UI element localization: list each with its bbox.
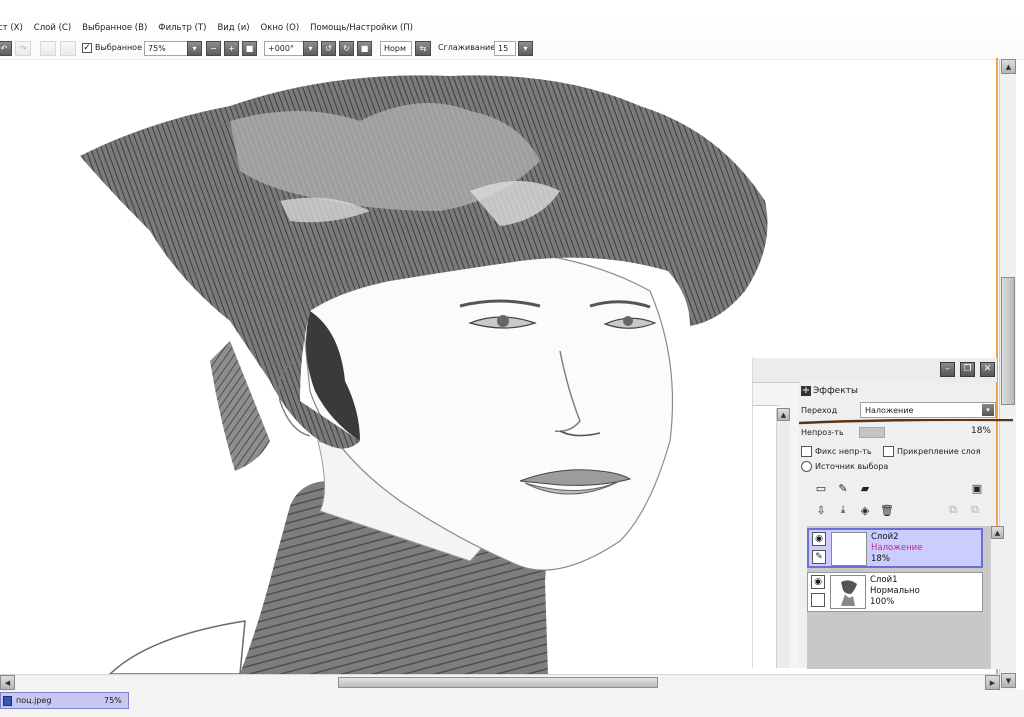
layer-opacity: 100% [870, 597, 895, 607]
opacity-value: 18% [970, 426, 991, 436]
menu-item-view[interactable]: Вид (и) [217, 23, 260, 33]
opacity-slider[interactable] [859, 427, 885, 438]
view-mode-field[interactable]: Норм [380, 41, 412, 56]
layer-thumbnail [830, 575, 866, 609]
scroll-right-icon[interactable]: ▶ [985, 675, 1000, 690]
navigator-scroll-up-icon[interactable]: ▲ [777, 408, 790, 421]
toolbar: ↶ ↷ ✓ Выбранное 75% ▾ − + ■ +000° ▾ ↺ ↻ … [0, 38, 1024, 60]
restore-icon[interactable]: ❐ [960, 362, 975, 377]
rotation-dropdown-icon[interactable]: ▾ [303, 41, 318, 56]
layer-blend-mode: Наложение [871, 543, 923, 553]
merge-down-icon[interactable]: ⤓ [836, 503, 850, 517]
layer-blend-mode: Нормально [870, 586, 920, 596]
horizontal-scrollbar[interactable]: ◀ ▶ [0, 674, 1000, 690]
effects-label: Эффекты [813, 386, 858, 396]
status-bar: поц.jpeg 75% [0, 690, 1024, 717]
folder-icon[interactable]: ▰ [858, 481, 872, 495]
document-zoom: 75% [104, 696, 122, 705]
scroll-down-icon[interactable]: ▼ [1001, 673, 1016, 688]
selection-checkbox[interactable]: ✓ [82, 43, 92, 53]
clear-layer-icon[interactable]: ◈ [858, 503, 872, 517]
plus-icon: + [801, 385, 811, 396]
clip-layer-label: Прикрепление слоя [897, 447, 981, 456]
lock-opacity-checkbox[interactable] [801, 446, 812, 457]
blend-mode-select[interactable]: Наложение ▾ [860, 402, 996, 418]
zoom-dropdown-icon[interactable]: ▾ [187, 41, 202, 56]
smoothing-select[interactable]: 15 [494, 41, 516, 56]
chevron-down-icon: ▾ [982, 404, 994, 416]
rotation-reset-icon[interactable]: ■ [357, 41, 372, 56]
minimize-icon[interactable]: – [940, 362, 955, 377]
flip-icon[interactable]: ⇆ [415, 41, 431, 56]
document-tab[interactable]: поц.jpeg 75% [0, 692, 129, 709]
empty-lock-box[interactable] [811, 593, 825, 607]
layer-item[interactable]: ◉ ✎ Слой2 Наложение 18% [807, 528, 983, 568]
layer-properties: + Эффекты Переход Наложение ▾ Непроз-ть … [799, 382, 1013, 669]
selection-source-radio[interactable] [801, 461, 812, 472]
layer-scroll-up-icon[interactable]: ▲ [991, 526, 1004, 539]
eye-icon[interactable]: ◉ [812, 532, 826, 546]
undo-icon[interactable]: ↶ [0, 41, 12, 56]
navigator-scrollbar[interactable]: ▲ [776, 408, 790, 668]
trash-icon[interactable]: 🗑 [880, 503, 894, 517]
layer-list-scrollbar[interactable]: ▲ [990, 526, 1004, 669]
horizontal-scroll-thumb[interactable] [338, 677, 658, 688]
scroll-left-icon[interactable]: ◀ [0, 675, 15, 690]
menu-bar: ст (X) Слой (C) Выбранное (B) Фильтр (T)… [0, 18, 1024, 38]
menu-item-layer[interactable]: Слой (C) [34, 23, 82, 33]
layer-opacity: 18% [871, 554, 890, 564]
transfer-down-icon[interactable]: ⇩ [814, 503, 828, 517]
layer-list: ◉ ✎ Слой2 Наложение 18% ◉ Слой1 Нормальн… [807, 526, 1004, 669]
new-layer-icon[interactable]: ▭ [814, 481, 828, 495]
smoothing-label: Сглаживание [438, 43, 496, 52]
zoom-out-icon[interactable]: − [206, 41, 221, 56]
scroll-up-icon[interactable]: ▲ [1001, 59, 1016, 74]
menu-item-window[interactable]: Окно (O) [261, 23, 311, 33]
eye-icon[interactable]: ◉ [811, 575, 825, 589]
selection-source-label: Источник выбора [815, 462, 889, 471]
layer-panel: – ❐ ✕ ▲ + Эффекты Переход Наложение ▾ Не… [752, 358, 1013, 669]
panel-header: – ❐ ✕ [753, 358, 997, 382]
rotate-right-icon[interactable]: ↻ [339, 41, 354, 56]
invert-selection-icon[interactable] [60, 41, 76, 56]
effects-toggle[interactable]: + Эффекты [801, 386, 858, 396]
menu-item-help[interactable]: Помощь/Настройки (П) [310, 23, 424, 33]
rotate-left-icon[interactable]: ↺ [321, 41, 336, 56]
layer-name: Слой1 [870, 575, 898, 585]
opacity-label: Непроз-ть [801, 428, 844, 437]
blend-mode-value: Наложение [865, 406, 914, 415]
deselect-icon[interactable] [40, 41, 56, 56]
document-name: поц.jpeg [16, 696, 52, 705]
menu-item-edit[interactable]: ст (X) [0, 23, 34, 33]
image-file-icon [3, 695, 12, 706]
lock-opacity-label: Фикс непр-ть [815, 447, 872, 456]
pen-icon[interactable]: ✎ [812, 550, 826, 564]
menu-item-filter[interactable]: Фильтр (T) [158, 23, 217, 33]
smoothing-dropdown-icon[interactable]: ▾ [518, 41, 533, 56]
portrait-thumbnail-icon [841, 580, 857, 606]
layer-name: Слой2 [871, 532, 899, 542]
zoom-reset-icon[interactable]: ■ [242, 41, 257, 56]
blend-mode-label: Переход [801, 406, 838, 415]
redo-icon[interactable]: ↷ [15, 41, 31, 56]
navigator-pane: ▲ [753, 382, 799, 669]
layer-thumbnail [831, 532, 867, 566]
selection-label: Выбранное [95, 43, 142, 52]
layer-mask-icon[interactable]: ▣ [970, 481, 984, 495]
menu-item-selection[interactable]: Выбранное (B) [82, 23, 158, 33]
brush-stroke-decoration [799, 419, 1013, 425]
layer-item[interactable]: ◉ Слой1 Нормально 100% [807, 572, 983, 612]
clip-layer-checkbox[interactable] [883, 446, 894, 457]
new-linework-layer-icon[interactable]: ✎ [836, 481, 850, 495]
close-icon[interactable]: ✕ [980, 362, 995, 377]
paste-layer-icon[interactable]: ⧉ [968, 503, 982, 517]
zoom-in-icon[interactable]: + [224, 41, 239, 56]
copy-layer-icon[interactable]: ⧉ [946, 503, 960, 517]
vertical-scroll-thumb[interactable] [1001, 277, 1015, 405]
